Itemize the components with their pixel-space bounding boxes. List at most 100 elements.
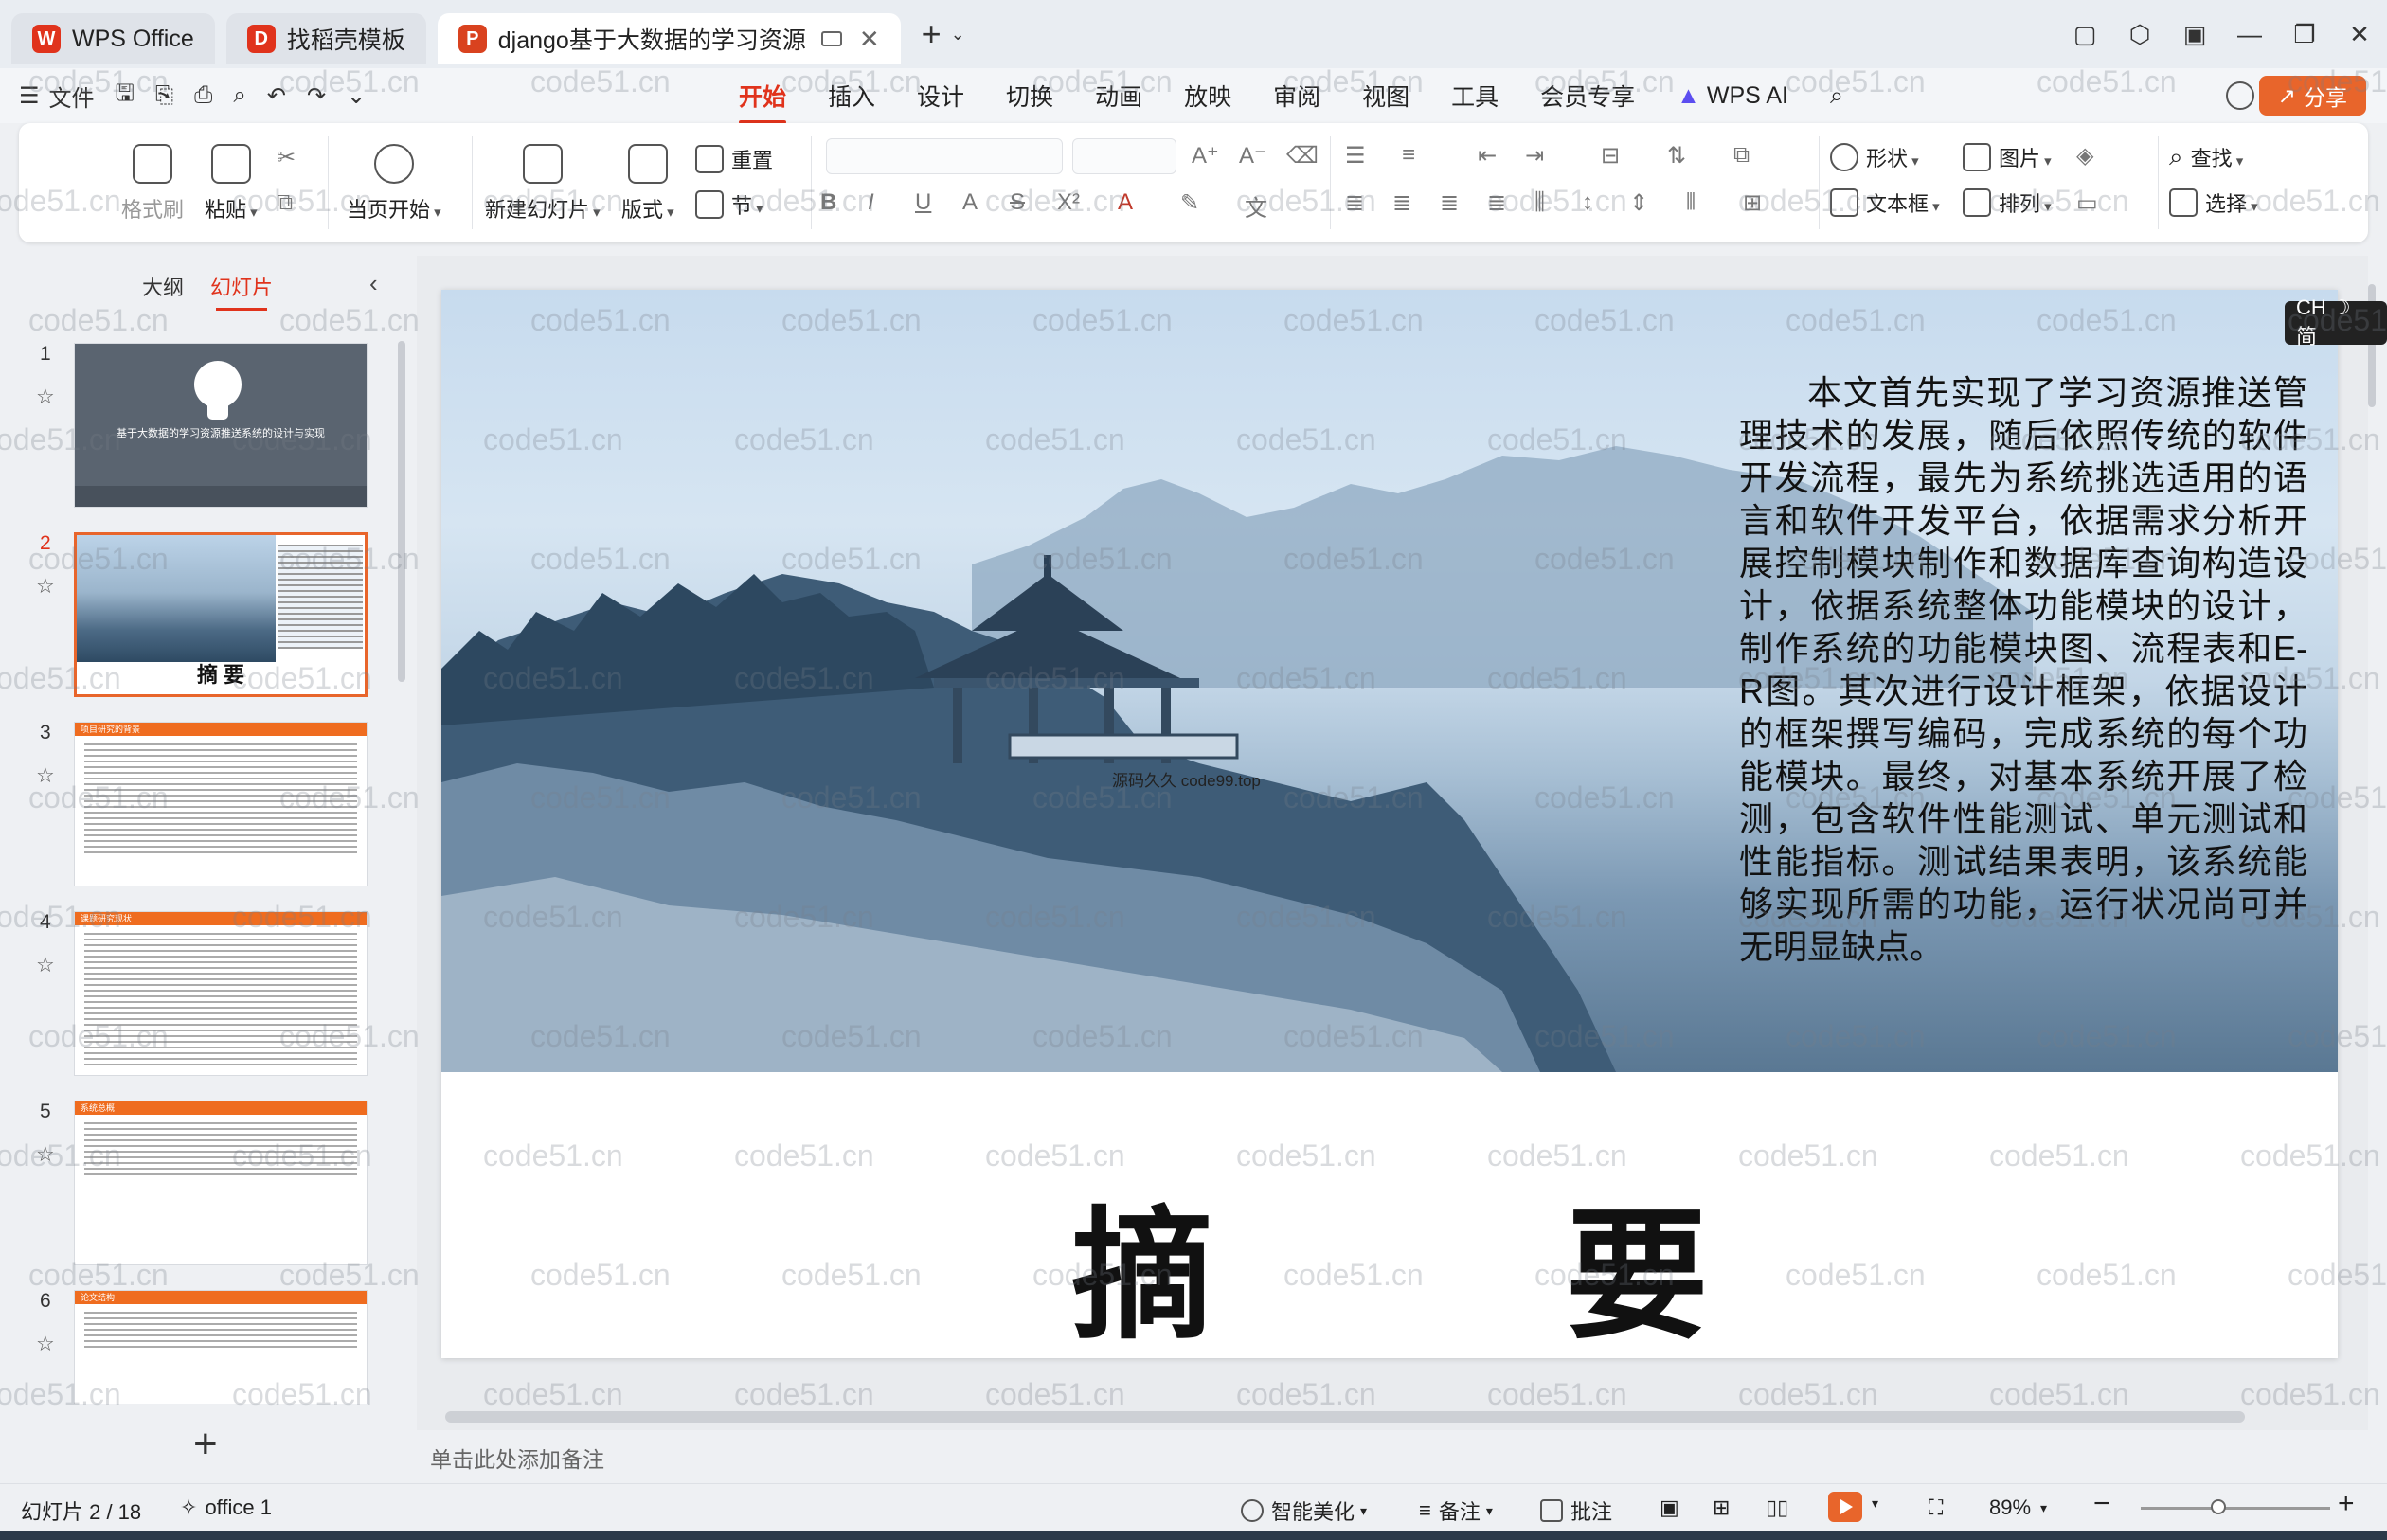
tab-tools[interactable]: 工具 — [1451, 79, 1499, 113]
bold-icon[interactable]: B — [820, 189, 836, 216]
tab-slides[interactable]: 幻灯片 — [210, 271, 273, 311]
tab-slideshow[interactable]: 放映 — [1184, 79, 1231, 113]
close-window-icon[interactable]: ✕ — [2332, 20, 2387, 49]
tab-animation[interactable]: 动画 — [1095, 79, 1142, 113]
cut-icon[interactable]: ✂ — [277, 144, 296, 171]
star-icon[interactable]: ☆ — [36, 385, 55, 409]
play-from-current-button[interactable]: 当页开始 — [347, 144, 441, 224]
decrease-font-icon[interactable]: A⁻ — [1239, 142, 1266, 170]
normal-view-icon[interactable]: ▣ — [1660, 1495, 1679, 1520]
slide-thumb[interactable]: 摘 要 — [74, 532, 368, 697]
star-icon[interactable]: ☆ — [36, 953, 55, 977]
cloud-icon[interactable] — [2226, 81, 2254, 110]
align-right-icon[interactable]: ≣ — [1440, 189, 1459, 217]
convert-smartart-icon[interactable]: ⧉ — [1733, 142, 1750, 169]
slide-thumbnail-1[interactable]: 1 ☆ 基于大数据的学习资源推送系统的设计与实现 — [0, 343, 407, 513]
slide-thumbnail-5[interactable]: 5 ☆ 系统总概 — [0, 1101, 407, 1271]
outdent-icon[interactable]: ⇤ — [1478, 142, 1497, 170]
tab-wps-office[interactable]: W WPS Office — [11, 13, 215, 64]
italic-icon[interactable]: I — [868, 189, 874, 216]
star-icon[interactable]: ☆ — [36, 574, 55, 599]
search-icon[interactable]: ⌕ — [1830, 82, 1843, 110]
tab-view[interactable]: 视图 — [1362, 79, 1409, 113]
slide-thumbnail-6[interactable]: 6 ☆ 论文结构 — [0, 1290, 407, 1404]
slide-thumbnail-2[interactable]: 2 ☆ 摘 要 — [0, 532, 407, 703]
zoom-out-icon[interactable]: − — [2093, 1488, 2110, 1520]
panel-scrollbar[interactable] — [398, 341, 405, 682]
section-button[interactable]: 节 — [695, 189, 763, 220]
text-align-icon[interactable]: ⊞ — [1743, 189, 1762, 217]
paste-button[interactable]: 粘贴 — [205, 144, 258, 224]
arrange-button[interactable]: 排列 — [1963, 188, 2052, 218]
notes-placeholder[interactable]: 单击此处添加备注 — [430, 1442, 604, 1474]
slide-thumb[interactable]: 课题研究现状 — [74, 911, 368, 1076]
redo-icon[interactable]: ↷ — [307, 82, 326, 110]
numbering-icon[interactable]: ≡ — [1402, 142, 1415, 169]
tab-home[interactable]: 开始 — [739, 79, 787, 124]
chevron-down-icon[interactable]: ⌄ — [951, 25, 965, 45]
font-color-icon[interactable]: A — [1118, 189, 1133, 216]
maximize-icon[interactable]: ❐ — [2277, 20, 2332, 49]
tab-insert[interactable]: 插入 — [828, 79, 875, 113]
tab-review[interactable]: 审阅 — [1273, 79, 1320, 113]
chevron-down-icon[interactable]: ▾ — [1872, 1495, 1878, 1512]
slide-sorter-icon[interactable]: ⊞ — [1713, 1495, 1730, 1520]
comment-button[interactable]: 批注 — [1540, 1495, 1612, 1526]
highlight-icon[interactable]: ✎ — [1180, 189, 1199, 217]
fill-icon[interactable]: ◈ — [2076, 142, 2093, 170]
superscript-icon[interactable]: X² — [1057, 189, 1080, 216]
hamburger-icon[interactable]: ☰ — [19, 82, 40, 110]
select-button[interactable]: 选择 — [2169, 188, 2258, 218]
monitor-icon[interactable] — [820, 31, 842, 46]
font-name-select[interactable] — [826, 138, 1063, 174]
collapse-panel-icon[interactable]: ‹ — [369, 269, 378, 298]
line-spacing-icon[interactable]: ↕ — [1582, 189, 1593, 216]
align-left-icon[interactable]: ≣ — [1345, 189, 1364, 217]
slide-title[interactable]: 摘 要 — [441, 1161, 2338, 1358]
tab-member[interactable]: 会员专享 — [1540, 79, 1635, 113]
save-icon[interactable]: 🖫 — [116, 77, 135, 116]
slide-thumb[interactable]: 系统总概 — [74, 1101, 368, 1265]
tab-document[interactable]: P django基于大数据的学习资源 ✕ — [437, 13, 901, 64]
slide-canvas[interactable]: 源码久久 code99.top 本文首先实现了学习资源推送管理技术的发展，随后依… — [441, 290, 2338, 1358]
tab-wps-ai[interactable]: ▲ WPS AI — [1677, 82, 1788, 110]
align-center-icon[interactable]: ≣ — [1392, 189, 1411, 217]
slide-thumbnail-3[interactable]: 3 ☆ 项目研究的背景 — [0, 722, 407, 892]
copy-icon[interactable]: ⧉ — [277, 189, 293, 216]
new-slide-button[interactable]: 新建幻灯片 — [485, 144, 601, 224]
pinyin-icon[interactable]: 文 — [1245, 189, 1267, 223]
star-icon[interactable]: ☆ — [36, 763, 55, 788]
notes-toggle-button[interactable]: ≡ 备注 ▾ — [1419, 1495, 1493, 1526]
zoom-slider-handle[interactable] — [2211, 1499, 2226, 1514]
undo-icon[interactable]: ↶ — [267, 82, 286, 110]
canvas-horizontal-scrollbar[interactable] — [445, 1411, 2245, 1423]
print-icon[interactable]: ⎙ — [194, 82, 212, 109]
underline-icon[interactable]: U — [915, 189, 931, 216]
slide-thumb[interactable]: 项目研究的背景 — [74, 722, 368, 886]
layout-button[interactable]: 版式 — [621, 144, 674, 224]
new-tab-icon[interactable]: + — [922, 14, 942, 54]
chevron-down-icon[interactable]: ⌄ — [347, 82, 366, 110]
tab-transition[interactable]: 切换 — [1006, 79, 1053, 113]
zoom-in-icon[interactable]: + — [2338, 1488, 2355, 1520]
zoom-slider-track[interactable] — [2141, 1507, 2330, 1510]
columns-icon[interactable]: ⫴ — [1686, 189, 1696, 216]
distribute-icon[interactable]: ⫼ — [1534, 189, 1545, 216]
text-shadow-icon[interactable]: A — [962, 189, 978, 216]
sort-icon[interactable]: ⇅ — [1667, 142, 1686, 170]
text-direction-icon[interactable]: ⊟ — [1601, 142, 1620, 170]
notes-pane[interactable]: 单击此处添加备注 — [417, 1430, 2368, 1483]
format-brush-button[interactable]: 格式刷 — [121, 144, 184, 224]
fit-window-icon[interactable]: ⛶ — [1929, 1495, 1943, 1520]
avatar[interactable]: ▣ — [2167, 20, 2222, 49]
ime-indicator[interactable]: CH ☽ 简 — [2285, 295, 2387, 349]
zoom-level[interactable]: 89% ▾ — [1989, 1495, 2047, 1520]
close-tab-icon[interactable]: ✕ — [859, 25, 880, 54]
find-button[interactable]: ⌕ 查找 — [2169, 142, 2243, 172]
file-menu[interactable]: 文件 — [49, 80, 95, 113]
reading-view-icon[interactable]: ▯▯ — [1766, 1495, 1788, 1520]
play-slideshow-button[interactable] — [1828, 1492, 1862, 1522]
justify-icon[interactable]: ≣ — [1487, 189, 1506, 217]
outline-icon[interactable]: ▭ — [2076, 189, 2098, 217]
slide-thumbnail-4[interactable]: 4 ☆ 课题研究现状 — [0, 911, 407, 1082]
